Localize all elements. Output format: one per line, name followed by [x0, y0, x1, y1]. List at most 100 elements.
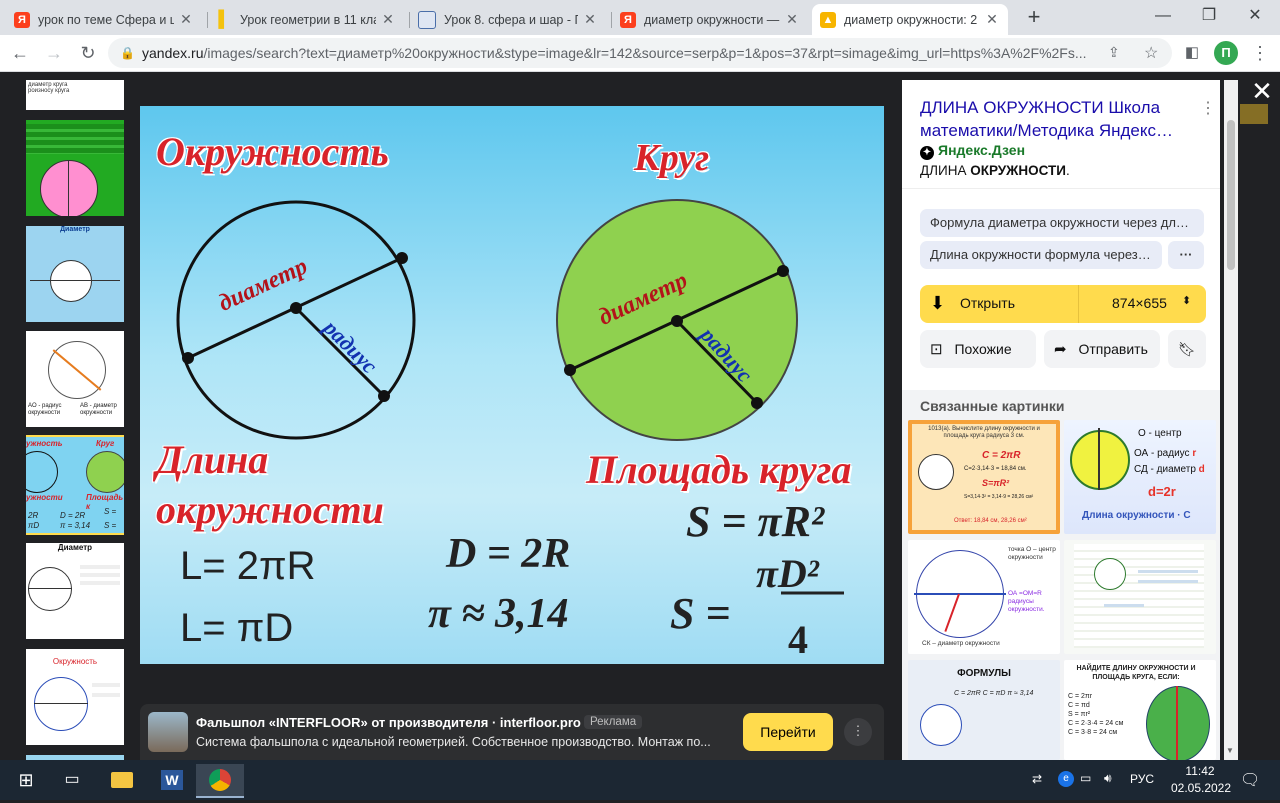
related-image[interactable]: точка О – центр окружности ОА =ОМ=R ради…: [908, 540, 1060, 654]
sidebar-icon[interactable]: ◧: [1178, 39, 1206, 67]
formula-diameter: D = 2R: [446, 531, 571, 577]
clock-date[interactable]: 02.05.2022: [1166, 781, 1236, 795]
thumbnail[interactable]: Окружность: [26, 649, 124, 745]
ad-label: Реклама: [584, 715, 643, 729]
formula-area-numerator: πD²: [756, 551, 819, 596]
close-tab-icon[interactable]: ✕: [380, 11, 396, 28]
title-disk: Круг: [634, 137, 710, 179]
menu-icon[interactable]: ⋮: [1246, 39, 1274, 67]
source-site[interactable]: ✦ Яндекс.Дзен: [920, 142, 1025, 160]
more-icon[interactable]: ⋮: [844, 718, 872, 746]
kebab-icon[interactable]: ⋮: [1200, 98, 1216, 118]
related-image[interactable]: 1013(а). Вычислите длину окружности и пл…: [908, 420, 1060, 534]
yandex-icon: Я: [620, 11, 636, 28]
tray-app-icon[interactable]: e: [1058, 771, 1074, 787]
forward-icon[interactable]: →: [40, 39, 68, 67]
chrome-icon[interactable]: [196, 764, 244, 798]
url-text: yandex.ru/images/search?text=диаметр%20о…: [142, 45, 1087, 61]
source-description: ДЛИНА ОКРУЖНОСТИ.: [920, 163, 1070, 178]
ad-go-button[interactable]: Перейти: [743, 713, 833, 751]
thumbnail[interactable]: Диаметр: [26, 226, 124, 322]
download-icon: ⬇: [930, 293, 946, 313]
clock-time[interactable]: 11:42: [1180, 764, 1220, 778]
close-tab-icon[interactable]: ✕: [784, 11, 800, 28]
share-icon[interactable]: ⇪: [1108, 44, 1120, 61]
new-tab-icon[interactable]: +: [1020, 6, 1048, 30]
task-view-icon[interactable]: ▭: [52, 764, 92, 796]
notifications-icon[interactable]: 🗨︎: [1240, 770, 1260, 790]
title-length-2: окружности: [156, 487, 384, 532]
restore-icon[interactable]: ❐: [1186, 0, 1232, 32]
ad-title[interactable]: Фальшпол «INTERFLOOR» от производителя ·…: [196, 715, 581, 730]
bookmark-icon: ▌: [218, 10, 230, 28]
volume-icon[interactable]: 🔊︎: [1104, 771, 1112, 786]
browser-tab[interactable]: Я урок по теме Сфера и ша ✕: [6, 4, 202, 35]
related-image[interactable]: [1064, 540, 1216, 654]
info-panel: ДЛИНА ОКРУЖНОСТИ Школа математики/Методи…: [902, 80, 1220, 760]
source-card: ДЛИНА ОКРУЖНОСТИ Школа математики/Методи…: [902, 80, 1220, 382]
formula-pi: π ≈ 3,14: [428, 591, 569, 637]
address-bar[interactable]: 🔒 yandex.ru/images/search?text=диаметр%2…: [108, 38, 1172, 68]
lens-icon: ⊡: [930, 341, 943, 358]
browser-tab[interactable]: ▌ Урок геометрии в 11 кла ✕: [208, 4, 404, 35]
thumbnail[interactable]: [26, 120, 124, 216]
image-icon: ▲: [820, 11, 836, 28]
open-image-bar[interactable]: ⬇ Открыть 874×655 ⬍: [920, 285, 1206, 323]
side-strip: [1240, 104, 1268, 124]
tray-icon[interactable]: ⇄: [1032, 772, 1042, 786]
size-select[interactable]: 874×655: [1112, 295, 1167, 311]
star-icon[interactable]: ☆: [1144, 43, 1158, 63]
share-button[interactable]: ➦ Отправить: [1044, 330, 1160, 368]
browser-tab-active[interactable]: ▲ диаметр окружности: 2 т ✕: [812, 4, 1008, 35]
search-chip[interactable]: Формула диаметра окружности через дл…: [920, 209, 1204, 237]
minimize-icon[interactable]: —: [1140, 0, 1186, 32]
language-indicator[interactable]: РУС: [1130, 772, 1154, 786]
thumbnail-strip: диаметр круга роизносу круга Диаметр AO …: [26, 80, 124, 760]
browser-toolbar: ← → ↻ 🔒 yandex.ru/images/search?text=диа…: [0, 35, 1280, 72]
title-area: Площадь круга: [586, 447, 852, 492]
updown-icon: ⬍: [1182, 295, 1192, 307]
close-tab-icon[interactable]: ✕: [178, 11, 194, 28]
thumbnail-selected[interactable]: ужность Круг ужности Площадь к 2R D = 2R…: [26, 435, 124, 535]
word-icon[interactable]: W: [152, 764, 192, 796]
related-image[interactable]: ФОРМУЛЫ C = 2πR C = πD π ≈ 3,14: [908, 660, 1060, 760]
search-chip[interactable]: Длина окружности формула через…: [920, 241, 1162, 269]
file-explorer-icon[interactable]: [102, 764, 142, 796]
close-window-icon[interactable]: ✕: [1232, 0, 1278, 32]
related-image[interactable]: О - центр ОА - радиус r СД - диаметр d d…: [1064, 420, 1216, 534]
similar-button[interactable]: ⊡ Похожие: [920, 330, 1036, 368]
browser-tab[interactable]: Я диаметр окружности — Я ✕: [612, 4, 808, 35]
formula-area-diameter-lhs: S =: [670, 589, 731, 638]
ad-image: [148, 712, 188, 752]
ad-text: Система фальшпола с идеальной геометрией…: [196, 735, 711, 749]
main-image: Окружность Круг диаметр радиус диаметр р…: [140, 106, 884, 664]
yandex-icon: Я: [14, 11, 30, 28]
windows-start-icon[interactable]: ⊞: [6, 764, 46, 796]
profile-avatar[interactable]: П: [1214, 41, 1238, 65]
lock-icon: 🔒: [120, 46, 135, 60]
more-chips-icon[interactable]: ···: [1168, 241, 1204, 269]
ad-banner[interactable]: Фальшпол «INTERFLOOR» от производителя ·…: [140, 704, 884, 760]
title-circle: Окружность: [156, 129, 389, 174]
network-icon[interactable]: ▭: [1080, 771, 1091, 785]
open-button[interactable]: Открыть: [960, 295, 1015, 311]
thumbnail[interactable]: диаметр круга роизносу круга: [26, 80, 124, 110]
scrollbar-thumb[interactable]: [1227, 120, 1235, 270]
scroll-down-icon[interactable]: ▼: [1226, 746, 1234, 755]
close-viewer-icon[interactable]: ✕: [1248, 78, 1276, 106]
reload-icon[interactable]: ↻: [74, 39, 102, 67]
related-title: Связанные картинки: [920, 398, 1065, 414]
formula-length-radius: L= 2πR: [180, 544, 316, 588]
related-images: Связанные картинки 1013(а). Вычислите дл…: [902, 390, 1220, 760]
browser-tab[interactable]: Урок 8. сфера и шар - Ге ✕: [410, 4, 606, 35]
panel-scrollbar[interactable]: ▼: [1224, 80, 1238, 760]
back-icon[interactable]: ←: [6, 39, 34, 67]
close-tab-icon[interactable]: ✕: [984, 11, 1000, 28]
thumbnail[interactable]: Диаметр: [26, 543, 124, 639]
thumbnail[interactable]: AO - радиус окружности AB - диаметр окружн…: [26, 331, 124, 427]
close-tab-icon[interactable]: ✕: [582, 11, 598, 28]
bookmark-icon[interactable]: 🔖︎: [1168, 330, 1206, 368]
formula-length-diameter: L= πD: [180, 606, 294, 650]
related-image[interactable]: НАЙДИТЕ ДЛИНУ ОКРУЖНОСТИ И ПЛОЩАДЬ КРУГА…: [1064, 660, 1216, 760]
source-title[interactable]: ДЛИНА ОКРУЖНОСТИ Школа математики/Методи…: [920, 96, 1190, 142]
